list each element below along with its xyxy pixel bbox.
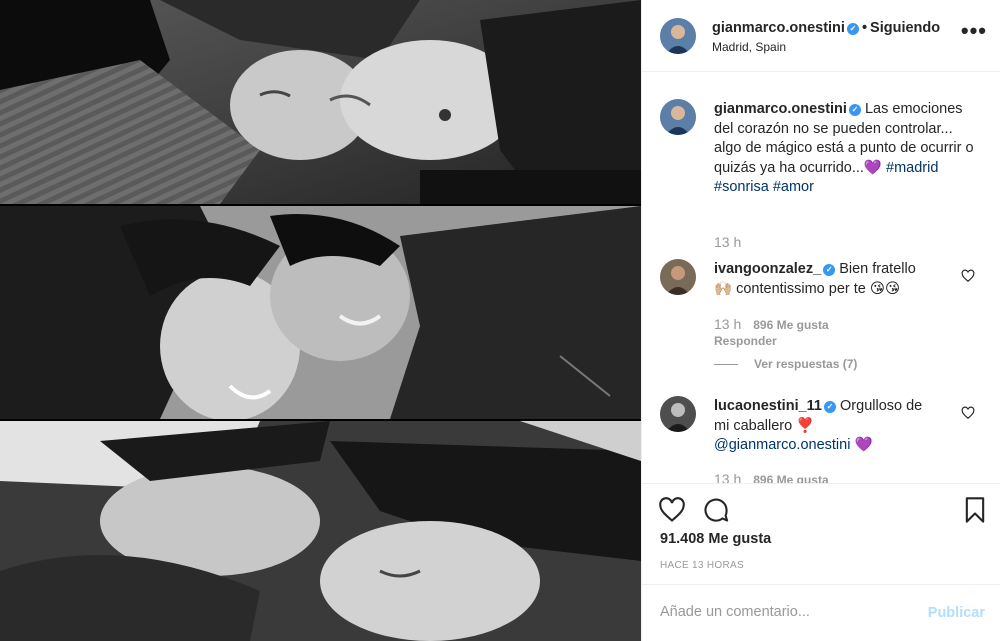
comment-bubble-icon[interactable] (702, 496, 730, 524)
commenter-avatar[interactable] (660, 396, 696, 432)
heart-icon[interactable] (658, 496, 686, 524)
photo-panel-bottom (0, 421, 641, 641)
comment-text: lucaonestini_11 ✓ Orgulloso de mi caballe… (714, 397, 976, 456)
comment-time: 13 h (714, 316, 742, 332)
photo-panel-top (0, 0, 641, 204)
publish-button[interactable]: Publicar (928, 605, 985, 621)
caption-text: gianmarco.onestini ✓ Las emociones del co… (714, 100, 976, 198)
verified-badge-icon: ✓ (848, 104, 861, 116)
reply-button[interactable]: Responder (714, 334, 777, 348)
comment-text: ivangoonzalez_ ✓ Bien fratello 🙌🏼 content… (714, 260, 976, 299)
hashtag-link[interactable]: #madrid (886, 160, 938, 176)
caption-username[interactable]: gianmarco.onestini (714, 101, 847, 117)
post-header: gianmarco.onestini ✓ • Siguiendo Madrid, Sp… (642, 0, 1000, 72)
heart-exclamation-emoji: ❣️ (796, 417, 815, 434)
commenter-avatar[interactable] (660, 259, 696, 295)
mention-link[interactable]: @gianmarco.onestini (714, 437, 850, 453)
follow-status-button[interactable]: Siguiendo (870, 20, 940, 36)
caption-time: 13 h (714, 234, 742, 250)
kiss-face-emoji: 😘😘 (869, 280, 901, 297)
view-replies-label: Ver respuestas (7) (754, 357, 858, 371)
hashtag-link[interactable]: #amor (773, 179, 814, 195)
caption-avatar[interactable] (660, 99, 696, 135)
comment-body: Orgulloso de (840, 398, 923, 414)
purple-heart-emoji: 💜 (854, 437, 873, 453)
purple-heart-emoji: 💜 (863, 159, 882, 176)
post-actions: 91.408 Me gusta HACE 13 HORAS (642, 483, 1000, 583)
comment-body: Bien fratello (839, 261, 916, 277)
author-header-line: gianmarco.onestini ✓ • Siguiendo (712, 20, 940, 36)
comment-meta: 13 h 896 Me gusta (714, 471, 829, 483)
author-avatar[interactable] (660, 18, 696, 54)
comment-body: mi caballero (714, 417, 793, 434)
comments-list[interactable]: gianmarco.onestini ✓ Las emociones del co… (642, 73, 1000, 483)
comment-body: contentissimo per te (736, 280, 866, 297)
comment-time: 13 h (714, 471, 742, 483)
comment-like-heart-icon[interactable] (961, 269, 975, 283)
post-likes-count[interactable]: 91.408 Me gusta (660, 531, 771, 547)
post-location[interactable]: Madrid, Spain (712, 40, 786, 54)
comment-like-heart-icon[interactable] (961, 406, 975, 420)
view-replies-button[interactable]: Ver respuestas (7) (714, 357, 857, 371)
replies-line (714, 364, 738, 366)
post-sidebar: gianmarco.onestini ✓ • Siguiendo Madrid, Sp… (641, 0, 1000, 641)
commenter-username[interactable]: ivangoonzalez_ (714, 261, 821, 277)
follow-separator: • (861, 20, 868, 36)
comment-input[interactable] (660, 604, 910, 620)
comment-likes-count[interactable]: 896 Me gusta (753, 473, 828, 483)
photo-panel-middle (0, 206, 641, 419)
bookmark-icon[interactable] (961, 496, 989, 524)
commenter-username[interactable]: lucaonestini_11 (714, 398, 822, 414)
comment-meta: 13 h 896 Me gusta (714, 316, 829, 332)
more-options-icon[interactable]: ••• (961, 20, 987, 42)
raised-hands-emoji: 🙌🏼 (714, 280, 733, 297)
add-comment-bar: Publicar (642, 584, 1000, 641)
hashtag-link[interactable]: #sonrisa (714, 179, 769, 195)
comment-likes-count[interactable]: 896 Me gusta (753, 318, 828, 332)
verified-badge-icon: ✓ (846, 23, 859, 35)
verified-badge-icon: ✓ (824, 401, 836, 413)
post-image[interactable] (0, 0, 641, 641)
verified-badge-icon: ✓ (823, 264, 836, 276)
post-time[interactable]: HACE 13 HORAS (660, 560, 744, 571)
author-username[interactable]: gianmarco.onestini (712, 20, 845, 36)
